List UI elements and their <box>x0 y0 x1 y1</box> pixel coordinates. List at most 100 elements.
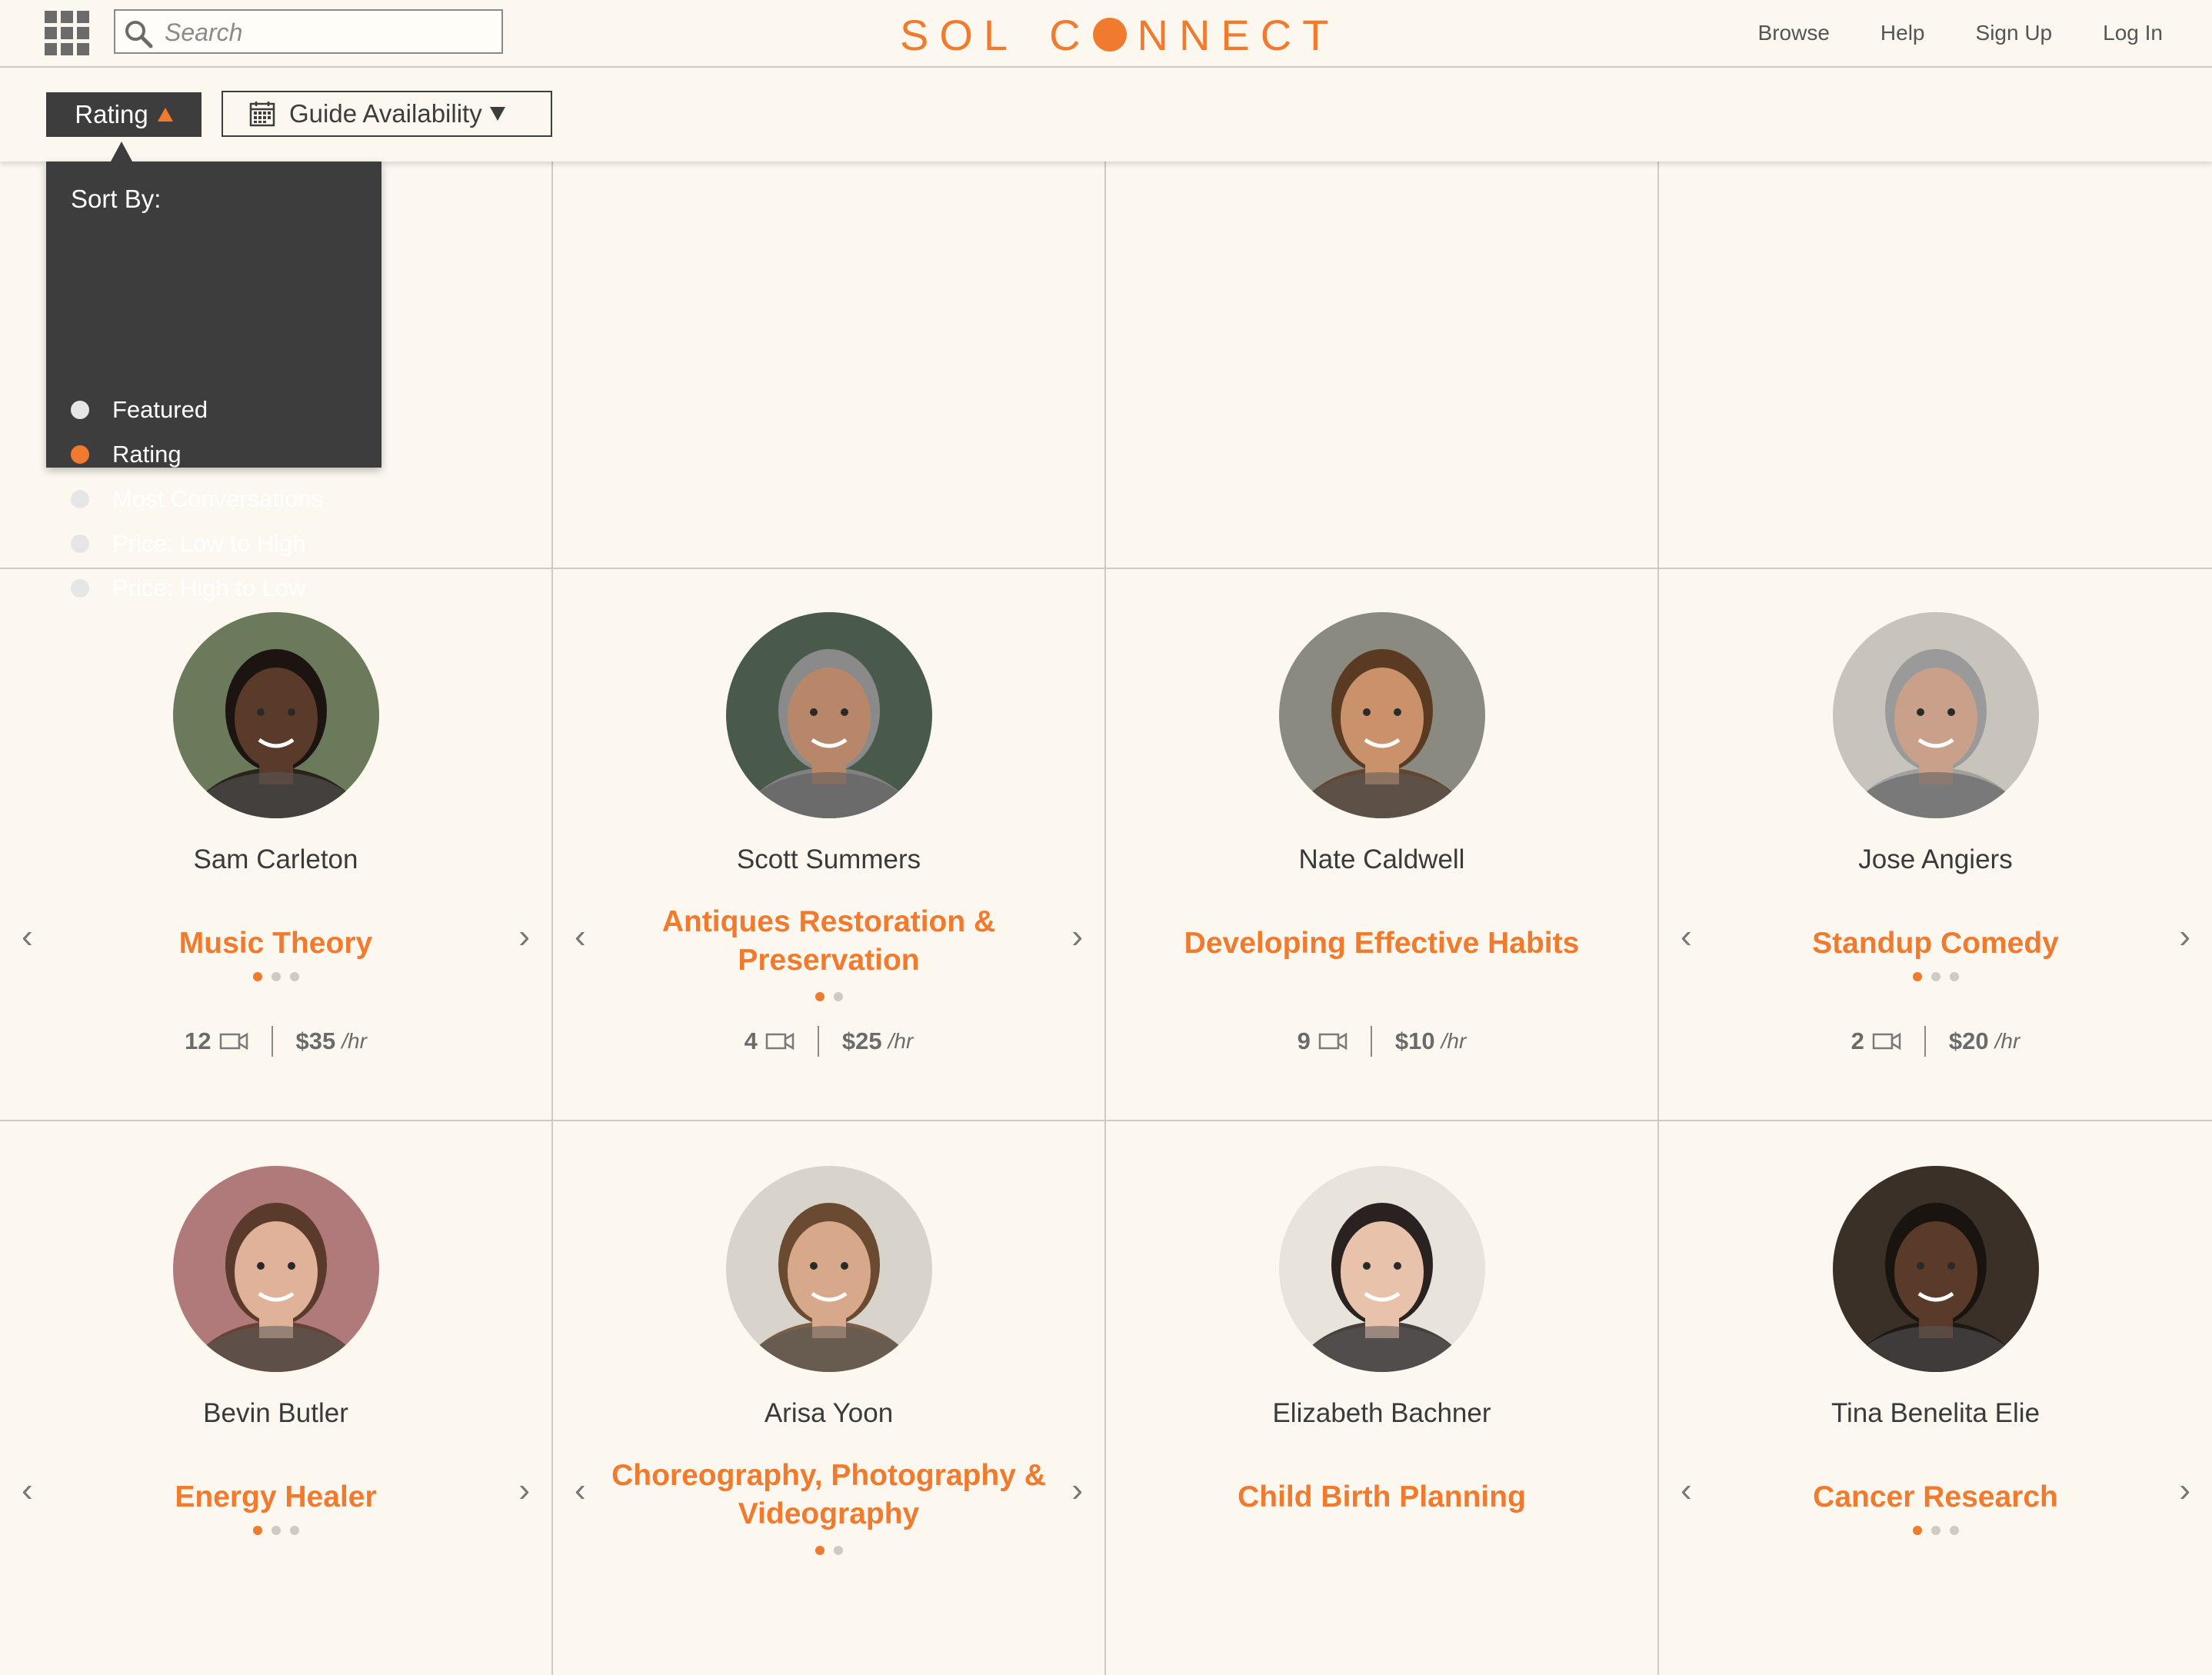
chevron-right-icon[interactable]: › <box>518 920 530 954</box>
search-icon <box>125 21 153 48</box>
guide-avatar[interactable] <box>1278 612 1485 818</box>
pager-dot[interactable] <box>833 992 843 1001</box>
pager-dot[interactable] <box>271 972 281 981</box>
rating-sort-button[interactable]: Rating <box>46 92 202 137</box>
portrait-photo <box>1832 1166 2039 1372</box>
guide-topic[interactable]: Developing Effective Habits <box>1152 924 1611 963</box>
chevron-left-icon[interactable]: ‹ <box>575 920 586 954</box>
pager-dot[interactable] <box>815 992 825 1001</box>
guide-card[interactable]: Jose Angiers Standup Comedy ‹ › 2 $20 /h… <box>1659 568 2212 1121</box>
guide-topic[interactable]: Antiques Restoration & Preservation <box>599 903 1058 980</box>
pager-dot[interactable] <box>1931 972 1940 981</box>
sort-option-price-low-high[interactable]: Price: Low to High <box>71 524 306 563</box>
guide-name[interactable]: Elizabeth Bachner <box>1106 1398 1657 1429</box>
guide-topic[interactable]: Cancer Research <box>1705 1478 2166 1517</box>
guide-name[interactable]: Nate Caldwell <box>1106 844 1657 875</box>
pager-dot[interactable] <box>1931 1526 1940 1535</box>
chevron-right-icon[interactable]: › <box>1071 1474 1083 1507</box>
guide-avatar[interactable] <box>1832 1166 2039 1372</box>
video-camera-icon <box>765 1032 795 1051</box>
stat-divider <box>817 1026 819 1057</box>
chevron-right-icon[interactable]: › <box>518 1474 530 1507</box>
guide-name[interactable]: Tina Benelita Elie <box>1659 1398 2212 1429</box>
guide-card[interactable]: Bevin Butler Energy Healer ‹ › <box>0 1121 553 1675</box>
chevron-left-icon[interactable]: ‹ <box>22 920 33 954</box>
pager-dot[interactable] <box>252 972 262 981</box>
pager-dot[interactable] <box>833 1546 843 1555</box>
pager-dot[interactable] <box>1949 972 1959 981</box>
chevron-left-icon[interactable]: ‹ <box>1681 920 1692 954</box>
sort-by-title: Sort By: <box>71 185 162 213</box>
chevron-right-icon[interactable]: › <box>2179 1474 2190 1507</box>
topic-pager-dots[interactable] <box>553 1546 1104 1555</box>
video-camera-icon <box>219 1032 248 1051</box>
guide-topic[interactable]: Energy Healer <box>46 1478 505 1517</box>
guide-name[interactable]: Scott Summers <box>553 844 1104 875</box>
sort-option-most-conversations[interactable]: Most Conversations <box>71 480 323 518</box>
guide-avatar[interactable] <box>725 1166 932 1372</box>
guide-card[interactable]: Scott Summers Antiques Restoration & Pre… <box>553 568 1106 1121</box>
guide-avatar[interactable] <box>1278 1166 1485 1372</box>
guide-topic[interactable]: Music Theory <box>46 924 505 963</box>
chevron-right-icon[interactable]: › <box>1071 920 1083 954</box>
guide-card[interactable]: Tina Benelita Elie Cancer Research ‹ › <box>1659 1121 2212 1675</box>
topic-pager-dots[interactable] <box>1659 972 2212 981</box>
nav-sign-up[interactable]: Sign Up <box>1976 21 2053 45</box>
guide-name[interactable]: Arisa Yoon <box>553 1398 1104 1429</box>
guide-name[interactable]: Jose Angiers <box>1659 844 2212 875</box>
logo-text-left: SOL <box>900 10 1019 59</box>
guide-avatar[interactable] <box>725 612 932 818</box>
guide-topic[interactable]: Child Birth Planning <box>1152 1478 1611 1517</box>
search-input[interactable] <box>163 15 489 49</box>
portrait-photo <box>1832 612 2039 818</box>
nav-browse[interactable]: Browse <box>1758 21 1830 45</box>
hourly-price: $20 <box>1948 1027 1989 1054</box>
pager-dot[interactable] <box>271 1526 281 1535</box>
portrait-photo <box>1278 1166 1485 1372</box>
portrait-photo <box>172 1166 379 1372</box>
sol-connect-logo[interactable]: SOL C NNECT <box>900 8 1339 62</box>
topic-pager-dots[interactable] <box>553 992 1104 1001</box>
search-box[interactable] <box>114 9 503 54</box>
sort-dropdown: Sort By: Featured Rating Most Conversati… <box>46 142 381 601</box>
pager-dot[interactable] <box>289 972 299 981</box>
pager-dot[interactable] <box>1912 1526 1922 1535</box>
chevron-left-icon[interactable]: ‹ <box>575 1474 586 1507</box>
guide-card[interactable]: Nate Caldwell Developing Effective Habit… <box>1106 568 1659 1121</box>
nav-help[interactable]: Help <box>1881 21 1925 45</box>
guide-topic[interactable]: Standup Comedy <box>1705 924 2166 963</box>
topic-pager-dots[interactable] <box>0 972 551 981</box>
pager-dot[interactable] <box>815 1546 825 1555</box>
pager-dot[interactable] <box>289 1526 299 1535</box>
guide-avatar[interactable] <box>172 1166 379 1372</box>
sort-option-price-high-low[interactable]: Price: High to Low <box>71 569 306 608</box>
logo-c: C <box>1049 10 1091 59</box>
guide-card[interactable]: Arisa Yoon Choreography, Photography & V… <box>553 1121 1106 1675</box>
conversation-count: 4 <box>744 1027 758 1054</box>
pager-dot[interactable] <box>252 1526 262 1535</box>
chevron-left-icon[interactable]: ‹ <box>1681 1474 1692 1507</box>
chevron-left-icon[interactable]: ‹ <box>22 1474 33 1507</box>
topic-pager-dots[interactable] <box>1659 1526 2212 1535</box>
guide-availability-button[interactable]: Guide Availability <box>222 91 552 137</box>
nav-log-in[interactable]: Log In <box>2103 21 2163 45</box>
chevron-right-icon[interactable]: › <box>2179 920 2190 954</box>
radio-icon <box>71 490 89 508</box>
hourly-price: $35 <box>295 1027 336 1054</box>
sort-option-rating[interactable]: Rating <box>71 435 182 474</box>
sort-option-label: Price: Low to High <box>112 530 306 557</box>
topic-pager-dots[interactable] <box>0 1526 551 1535</box>
price-unit: /hr <box>1994 1029 2020 1053</box>
guide-avatar[interactable] <box>172 612 379 818</box>
guide-name[interactable]: Bevin Butler <box>0 1398 551 1429</box>
pager-dot[interactable] <box>1949 1526 1959 1535</box>
guide-topic[interactable]: Choreography, Photography & Videography <box>599 1457 1058 1533</box>
logo-text-right: NNECT <box>1137 10 1340 59</box>
guide-avatar[interactable] <box>1832 612 2039 818</box>
guide-card[interactable]: Sam Carleton Music Theory ‹ › 12 $35 /hr <box>0 568 553 1121</box>
sort-option-featured[interactable]: Featured <box>71 391 208 429</box>
guide-name[interactable]: Sam Carleton <box>0 844 551 875</box>
guide-card[interactable]: Elizabeth Bachner Child Birth Planning <box>1106 1121 1659 1675</box>
apps-grid-icon[interactable] <box>45 11 91 55</box>
pager-dot[interactable] <box>1912 972 1922 981</box>
